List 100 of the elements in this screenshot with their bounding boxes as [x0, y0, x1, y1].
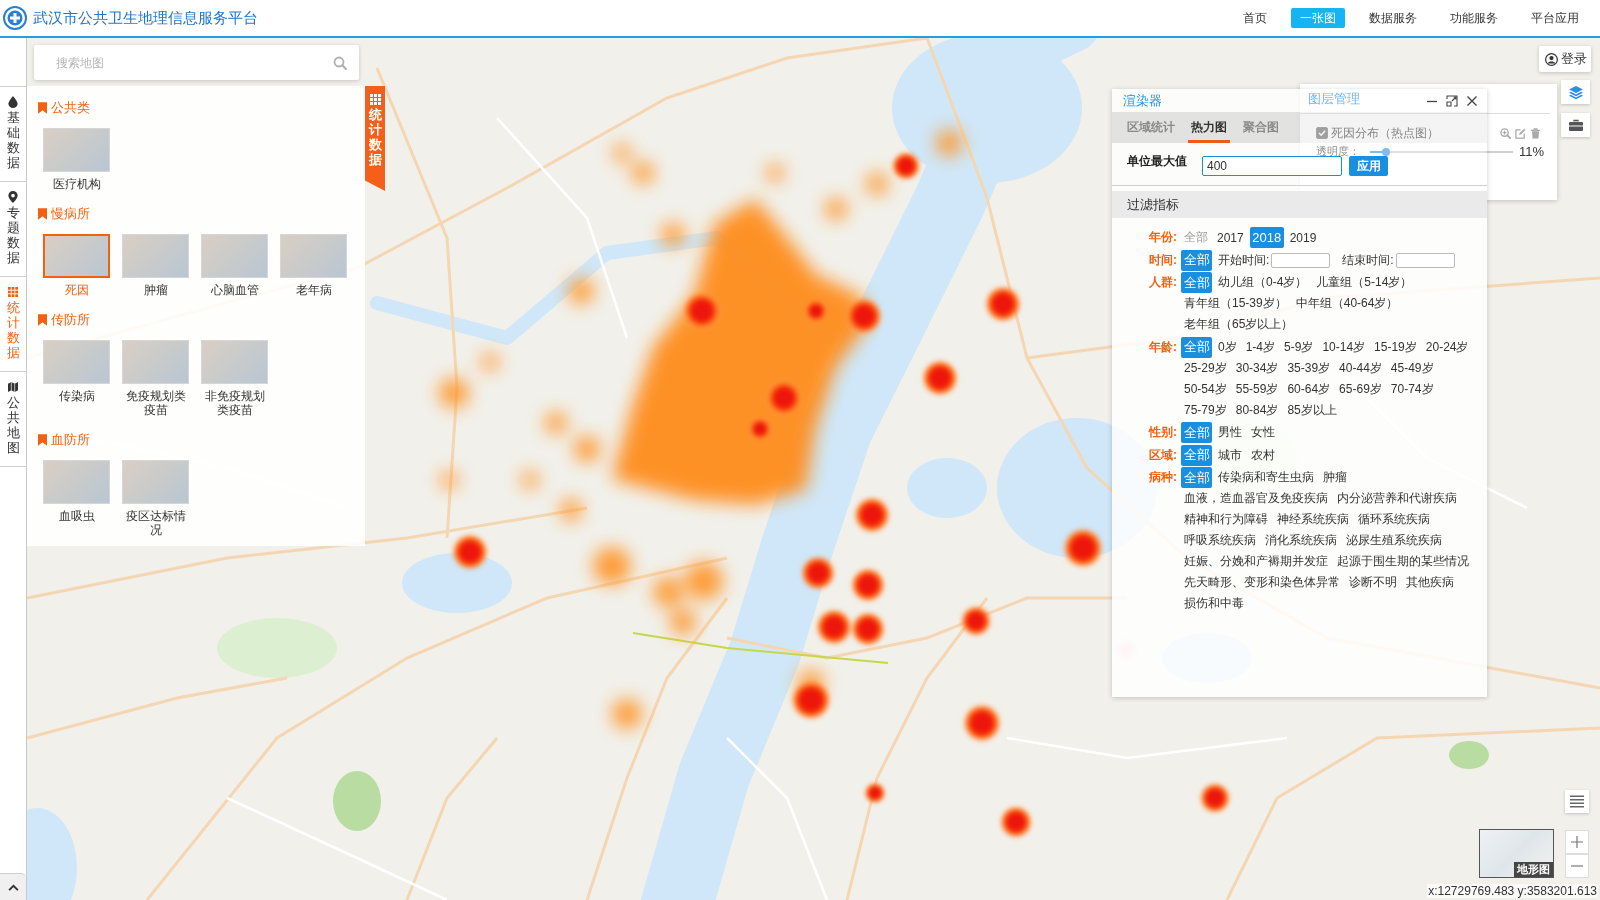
heat-cluster [481, 353, 499, 371]
layer-checkbox[interactable] [1316, 127, 1328, 139]
filter-option[interactable]: 血液，造血器官及免疫疾病 [1181, 488, 1331, 509]
heat-cluster [613, 144, 631, 162]
filter-option[interactable]: 循环系统疾病 [1355, 509, 1433, 530]
nav-tab[interactable]: 功能服务 [1441, 8, 1507, 28]
filter-option[interactable]: 70-74岁 [1387, 378, 1437, 400]
filter-option[interactable]: 60-64岁 [1284, 378, 1334, 400]
heat-cluster [653, 577, 683, 607]
filter-option[interactable]: 50-54岁 [1181, 378, 1230, 400]
trash-icon[interactable] [1530, 127, 1541, 139]
filter-option[interactable]: 内分泌营养和代谢疾病 [1334, 488, 1460, 509]
filter-option[interactable]: 55-59岁 [1232, 378, 1282, 400]
search-field[interactable]: 搜索地图 [56, 52, 333, 73]
section-title: 传防所 [51, 311, 90, 329]
zoom-in-button[interactable] [1565, 830, 1589, 854]
filter-option[interactable]: 青年组（15-39岁） [1181, 293, 1290, 314]
nav-tab[interactable]: 首页 [1234, 8, 1276, 28]
filter-option[interactable]: 75-79岁 [1181, 399, 1230, 421]
bookmark-icon [38, 434, 47, 446]
photo-placeholder[interactable] [43, 234, 110, 278]
filter-option[interactable]: 儿童组（5-14岁） [1313, 272, 1416, 293]
search-icon[interactable] [333, 55, 347, 70]
nav-tab[interactable]: 数据服务 [1360, 8, 1426, 28]
filter-option[interactable]: 男性 [1215, 422, 1245, 443]
section-title: 公共类 [51, 99, 90, 117]
filter-option[interactable]: 消化系统疾病 [1262, 530, 1340, 551]
category-label[interactable]: 心脑血管 [203, 283, 266, 297]
filter-option[interactable]: 幼儿组（0-4岁） [1215, 272, 1311, 293]
filter-option[interactable]: 女性 [1248, 422, 1278, 443]
site-title: 武汉市公共卫生地理信息服务平台 [33, 8, 258, 28]
maximize-icon[interactable] [1446, 94, 1458, 107]
filter-option[interactable]: 0岁 [1215, 336, 1240, 358]
nav-tab[interactable]: 平台应用 [1522, 8, 1588, 28]
filter-option[interactable]: 2019 [1286, 227, 1320, 248]
filter-option[interactable]: 25-29岁 [1181, 357, 1230, 379]
filter-option[interactable]: 85岁以上 [1284, 399, 1340, 421]
filter-option[interactable]: 65-69岁 [1336, 378, 1385, 400]
category-label[interactable]: 免疫规划类疫苗 [124, 389, 187, 417]
filter-option[interactable]: 80-84岁 [1232, 399, 1282, 421]
list-button[interactable] [1565, 790, 1589, 813]
renderer-tab[interactable]: 热力图 [1188, 112, 1230, 143]
filter-option[interactable]: 15-19岁 [1371, 336, 1420, 358]
heat-spot [451, 533, 489, 571]
search-box[interactable]: 搜索地图 [34, 45, 359, 80]
heat-spot [850, 611, 886, 647]
filter-option[interactable]: 诊断不明 [1346, 572, 1400, 593]
filter-option[interactable]: 1-4岁 [1242, 336, 1279, 358]
category-label[interactable]: 血吸虫 [45, 509, 108, 523]
filter-option[interactable]: 精神和行为障碍 [1181, 509, 1271, 530]
filter-option[interactable]: 城市 [1215, 444, 1245, 466]
filter-option[interactable]: 损伤和中毒 [1181, 593, 1247, 614]
category-label[interactable]: 医疗机构 [45, 177, 108, 191]
filter-option[interactable]: 老年组（65岁以上） [1181, 314, 1297, 335]
category-label[interactable]: 非免疫规划类疫苗 [203, 389, 266, 417]
basemap-button[interactable]: 地形图 [1479, 829, 1554, 878]
filter-option[interactable]: 40-44岁 [1336, 357, 1385, 379]
filter-option[interactable]: 传染病和寄生虫病 [1215, 467, 1317, 488]
filter-option[interactable]: 肿瘤 [1320, 467, 1350, 488]
filter-option[interactable]: 30-34岁 [1232, 357, 1282, 379]
date-field[interactable] [1271, 252, 1331, 268]
section-title: 慢病所 [51, 205, 90, 223]
filter-option[interactable]: 妊娠、分娩和产褥期并发症 [1181, 551, 1331, 572]
filter-option[interactable]: 中年组（40-64岁） [1292, 293, 1402, 314]
filter-option[interactable]: 神经系统疾病 [1274, 509, 1352, 530]
zoom-in-icon[interactable] [1500, 127, 1511, 139]
filter-option[interactable]: 先天畸形、变形和染色体异常 [1181, 572, 1343, 593]
heat-spot [921, 359, 959, 397]
filter-option[interactable]: 45-49岁 [1387, 357, 1437, 379]
close-icon[interactable] [1466, 94, 1478, 107]
layers-button[interactable] [1561, 80, 1590, 104]
filter-option[interactable]: 呼吸系统疾病 [1181, 530, 1259, 551]
filter-option[interactable]: 20-24岁 [1422, 336, 1472, 358]
filter-option[interactable]: 泌尿生殖系统疾病 [1343, 530, 1445, 551]
panel-title: 图层管理 [1308, 89, 1360, 108]
date-field[interactable] [1395, 252, 1455, 268]
heat-cluster [766, 164, 784, 182]
collapse-button[interactable] [0, 873, 26, 900]
slider-thumb[interactable] [1381, 147, 1390, 156]
filter-option[interactable]: 10-14岁 [1319, 336, 1369, 358]
filter-option[interactable]: 5-9岁 [1281, 336, 1317, 358]
zoom-out-button[interactable] [1565, 854, 1589, 878]
filter-label: 年份: [1149, 229, 1178, 246]
login-button[interactable]: 登录 [1539, 46, 1591, 72]
edit-icon[interactable] [1515, 127, 1526, 139]
list-icon [1570, 795, 1584, 808]
toolbox-button[interactable] [1561, 113, 1590, 137]
max-value-field[interactable]: 400 [1202, 156, 1342, 176]
filter-option[interactable]: 其他疾病 [1403, 572, 1457, 593]
filter-option[interactable]: 35-39岁 [1284, 357, 1334, 379]
category-label[interactable]: 老年病 [282, 283, 345, 297]
logo-icon [3, 6, 27, 30]
filter-option[interactable]: 2017 [1214, 227, 1247, 248]
filter-option[interactable]: 农村 [1248, 444, 1278, 466]
heat-spot [960, 605, 992, 637]
category-label[interactable]: 肿瘤 [124, 283, 187, 297]
category-label[interactable]: 疫区达标情况 [124, 509, 187, 537]
filter-option[interactable]: 起源于围生期的某些情况 [1334, 551, 1472, 572]
category-label[interactable]: 传染病 [45, 389, 108, 403]
park-area [1449, 741, 1489, 769]
